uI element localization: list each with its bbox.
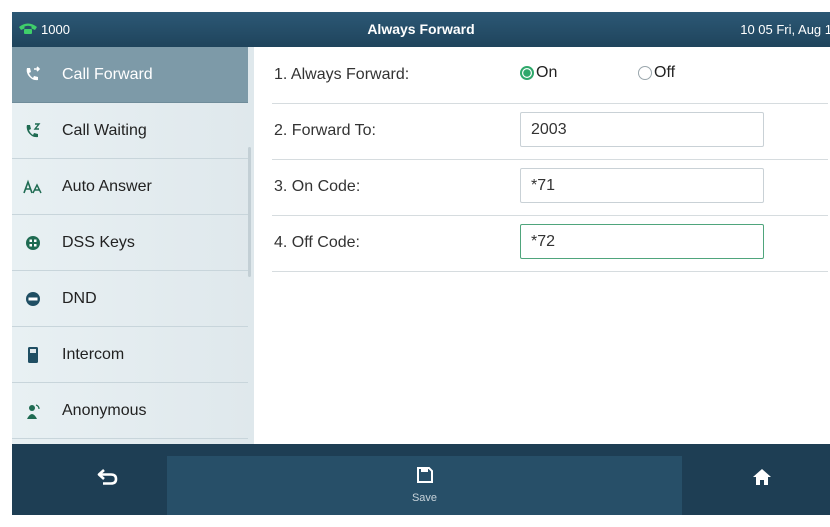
on-code-input[interactable]: *71 (520, 168, 764, 203)
dnd-icon (22, 288, 44, 310)
home-button[interactable] (702, 444, 822, 515)
sidebar: Call Forward Call Waiting Auto Answer DS… (12, 47, 254, 444)
phone-handset-icon (18, 21, 41, 38)
radio-off-label: Off (654, 64, 676, 81)
setting-row-forward-to: 2. Forward To: 2003 (272, 103, 828, 160)
sidebar-item-dnd[interactable]: DND (12, 271, 248, 327)
save-label: Save (411, 492, 438, 504)
phone-screen: 1000 Always Forward 10 05 Fri, Aug 1 Cal… (12, 12, 830, 515)
sidebar-item-label: Intercom (62, 345, 125, 363)
radio-unselected-icon (638, 66, 652, 80)
call-forward-icon (22, 64, 44, 86)
sidebar-item-auto-answer[interactable]: Auto Answer (12, 159, 248, 215)
sidebar-item-label: Anonymous (62, 401, 147, 419)
always-forward-off-radio[interactable]: Off (638, 64, 675, 82)
home-icon (752, 468, 772, 491)
off-code-input[interactable]: *72 (520, 224, 764, 259)
always-forward-label: 1. Always Forward: (274, 66, 410, 83)
sidebar-item-call-waiting[interactable]: Call Waiting (12, 103, 248, 159)
sidebar-scrollbar[interactable] (248, 147, 251, 277)
setting-row-off-code: 4. Off Code: *72 (272, 215, 828, 272)
sidebar-item-anonymous[interactable]: Anonymous (12, 383, 248, 439)
sidebar-item-label: Call Forward (62, 65, 153, 83)
radio-on-label: On (536, 64, 558, 81)
sidebar-item-dss-keys[interactable]: DSS Keys (12, 215, 248, 271)
datetime: 10 05 Fri, Aug 1 (740, 22, 830, 37)
call-waiting-icon (22, 120, 44, 142)
status-bar: 1000 Always Forward 10 05 Fri, Aug 1 (12, 12, 830, 47)
account-number: 1000 (41, 22, 70, 37)
save-button[interactable]: Save (167, 456, 682, 515)
sidebar-item-label: DND (62, 289, 97, 307)
sidebar-item-call-forward[interactable]: Call Forward (12, 47, 248, 103)
back-button[interactable] (48, 444, 168, 515)
forward-to-label: 2. Forward To: (274, 122, 376, 139)
back-arrow-icon (97, 468, 119, 491)
settings-panel: 1. Always Forward: On Off 2. Forward To:… (254, 47, 830, 444)
dss-keys-icon (22, 232, 44, 254)
setting-row-always-forward: 1. Always Forward: On Off (272, 47, 828, 104)
auto-answer-icon (22, 176, 44, 198)
account-indicator: 1000 (18, 12, 70, 47)
save-icon (416, 467, 433, 488)
softkey-bar: Save (12, 444, 830, 515)
sidebar-item-label: Auto Answer (62, 177, 152, 195)
page-title: Always Forward (367, 21, 475, 37)
sidebar-item-label: Call Waiting (62, 121, 147, 139)
off-code-label: 4. Off Code: (274, 234, 360, 251)
setting-row-on-code: 3. On Code: *71 (272, 159, 828, 216)
intercom-icon (22, 344, 44, 366)
sidebar-item-label: DSS Keys (62, 233, 135, 251)
radio-selected-icon (520, 66, 534, 80)
sidebar-item-intercom[interactable]: Intercom (12, 327, 248, 383)
on-code-label: 3. On Code: (274, 178, 361, 195)
anonymous-icon (22, 400, 44, 422)
always-forward-on-radio[interactable]: On (520, 64, 557, 82)
forward-to-input[interactable]: 2003 (520, 112, 764, 147)
